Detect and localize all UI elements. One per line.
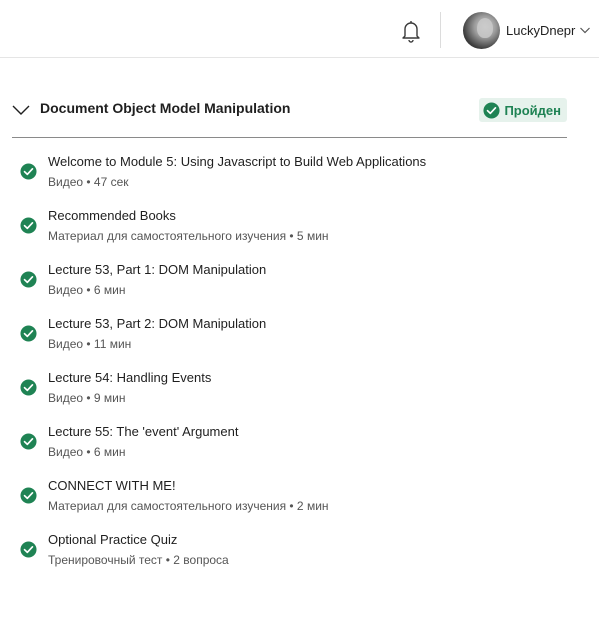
check-circle-icon: [20, 325, 37, 342]
item-meta: Тренировочный тест • 2 вопроса: [48, 553, 229, 567]
item-meta: Видео • 47 сек: [48, 175, 129, 189]
check-circle-icon: [20, 433, 37, 450]
top-bar: LuckyDnepr: [0, 0, 599, 58]
item-meta: Видео • 11 мин: [48, 337, 132, 351]
check-circle-icon: [20, 217, 37, 234]
bell-icon[interactable]: [399, 18, 423, 44]
item-title[interactable]: Lecture 55: The 'event' Argument: [48, 424, 238, 439]
header-divider: [440, 12, 441, 48]
item-meta: Материал для самостоятельного изучения •…: [48, 499, 329, 513]
user-menu[interactable]: LuckyDnepr: [463, 11, 591, 49]
list-item[interactable]: Lecture 53, Part 1: DOM Manipulation Вид…: [12, 254, 572, 308]
module-header[interactable]: Document Object Model Manipulation Пройд…: [12, 92, 567, 138]
list-item[interactable]: Recommended Books Материал для самостоят…: [12, 200, 572, 254]
item-title[interactable]: Recommended Books: [48, 208, 176, 223]
status-badge: Пройден: [479, 98, 567, 122]
check-circle-icon: [20, 271, 37, 288]
item-meta: Видео • 9 мин: [48, 391, 126, 405]
item-title[interactable]: Welcome to Module 5: Using Javascript to…: [48, 154, 426, 169]
item-meta: Видео • 6 мин: [48, 445, 126, 459]
list-item[interactable]: Welcome to Module 5: Using Javascript to…: [12, 146, 572, 200]
item-meta: Видео • 6 мин: [48, 283, 126, 297]
list-item[interactable]: CONNECT WITH ME! Материал для самостояте…: [12, 470, 572, 524]
list-item[interactable]: Lecture 53, Part 2: DOM Manipulation Вид…: [12, 308, 572, 362]
item-title[interactable]: Lecture 54: Handling Events: [48, 370, 211, 385]
list-item[interactable]: Optional Practice Quiz Тренировочный тес…: [12, 524, 572, 578]
item-title[interactable]: Lecture 53, Part 1: DOM Manipulation: [48, 262, 266, 277]
avatar: [463, 11, 500, 49]
username: LuckyDnepr: [506, 22, 576, 38]
chevron-down-icon: [580, 27, 591, 34]
check-circle-icon: [483, 101, 500, 119]
status-label: Пройден: [504, 102, 561, 118]
item-title[interactable]: Lecture 53, Part 2: DOM Manipulation: [48, 316, 266, 331]
check-circle-icon: [20, 379, 37, 396]
module-title: Document Object Model Manipulation: [40, 100, 291, 116]
item-title[interactable]: Optional Practice Quiz: [48, 532, 177, 547]
list-item[interactable]: Lecture 55: The 'event' Argument Видео •…: [12, 416, 572, 470]
item-meta: Материал для самостоятельного изучения •…: [48, 229, 329, 243]
check-circle-icon: [20, 541, 37, 558]
module-section: Document Object Model Manipulation Пройд…: [12, 92, 567, 138]
item-title[interactable]: CONNECT WITH ME!: [48, 478, 176, 493]
check-circle-icon: [20, 163, 37, 180]
chevron-down-icon[interactable]: [12, 101, 30, 119]
list-item[interactable]: Lecture 54: Handling Events Видео • 9 ми…: [12, 362, 572, 416]
module-items-list: Welcome to Module 5: Using Javascript to…: [12, 146, 572, 578]
check-circle-icon: [20, 487, 37, 504]
